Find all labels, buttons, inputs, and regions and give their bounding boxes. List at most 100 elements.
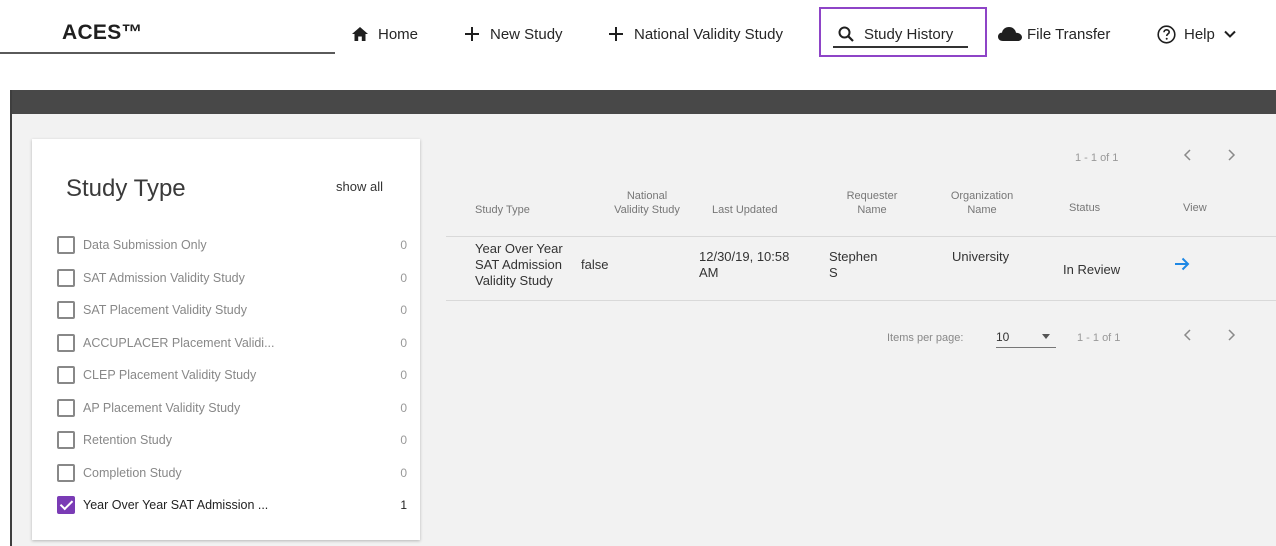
filter-item-label: Data Submission Only	[83, 238, 207, 253]
column-header-national-validity-study[interactable]: National Validity Study	[607, 189, 687, 217]
caret-down-icon	[1042, 334, 1050, 339]
items-per-page-value: 10	[996, 329, 1010, 344]
plus-icon	[606, 24, 626, 44]
header-line: National	[626, 190, 668, 202]
filter-item-label: SAT Placement Validity Study	[83, 303, 247, 318]
checkbox[interactable]	[57, 463, 75, 482]
plus-icon	[462, 24, 482, 44]
cell-national-validity: false	[581, 257, 609, 272]
filter-list: Data Submission Only 0 SAT Admission Val…	[57, 229, 407, 522]
checkbox[interactable]	[57, 333, 75, 352]
study-type-filter-card: Study Type show all Data Submission Only…	[32, 139, 420, 540]
nav-national-validity-study-label: National Validity Study	[634, 25, 783, 43]
arrow-right-icon[interactable]	[1174, 257, 1190, 276]
filter-item-data-submission-only[interactable]: Data Submission Only 0	[57, 229, 407, 262]
items-per-page-select[interactable]: 10	[996, 326, 1056, 348]
cell-last-updated: 12/30/19, 10:58 AM	[699, 249, 789, 281]
filter-title: Study Type	[66, 175, 186, 202]
header-line: Organization	[950, 190, 1014, 202]
nav-file-transfer[interactable]: File Transfer	[997, 22, 1110, 46]
column-header-requester-name[interactable]: Requester Name	[842, 189, 902, 217]
filter-item-count: 1	[400, 498, 407, 513]
help-circle-icon	[1156, 24, 1176, 44]
filter-item-clep-placement-validity-study[interactable]: CLEP Placement Validity Study 0	[57, 359, 407, 392]
filter-item-count: 0	[400, 238, 407, 253]
checkbox-checked[interactable]	[57, 496, 75, 515]
checkbox[interactable]	[57, 236, 75, 255]
top-navigation: ACES™ Home New Study National Validity S…	[0, 0, 1276, 66]
pagination-range-top: 1 - 1 of 1	[1075, 152, 1119, 164]
filter-item-count: 0	[400, 465, 407, 480]
column-header-status[interactable]: Status	[1069, 201, 1100, 215]
cell-study-type: Year Over Year SAT Admission Validity St…	[475, 241, 563, 289]
status-badge: In Review	[1063, 262, 1121, 277]
chevron-right-icon[interactable]	[1226, 146, 1236, 167]
study-history-panel: Study Type show all Data Submission Only…	[10, 90, 1276, 546]
items-per-page-label: Items per page:	[887, 332, 964, 344]
filter-item-year-over-year-sat-admission[interactable]: Year Over Year SAT Admission ... 1	[57, 489, 407, 522]
nav-study-history-label: Study History	[864, 25, 954, 43]
chevron-down-icon[interactable]	[1223, 24, 1237, 44]
cell-line: Stephen	[829, 249, 878, 264]
filter-item-ap-placement-validity-study[interactable]: AP Placement Validity Study 0	[57, 392, 407, 425]
header-line: Requester	[846, 190, 898, 202]
chevron-left-icon[interactable]	[1183, 146, 1193, 167]
nav-help[interactable]: Help	[1156, 22, 1237, 46]
nav-home-label: Home	[378, 25, 419, 43]
filter-item-label: Year Over Year SAT Admission ...	[83, 498, 269, 513]
search-icon	[836, 24, 856, 44]
home-icon	[350, 24, 370, 44]
filter-item-sat-admission-validity-study[interactable]: SAT Admission Validity Study 0	[57, 262, 407, 295]
nav-help-label: Help	[1184, 25, 1215, 43]
cell-line: Year Over Year	[475, 241, 563, 256]
header-line: Validity Study	[614, 204, 680, 216]
header-line: Name	[967, 204, 997, 216]
filter-item-label: Completion Study	[83, 465, 182, 480]
header-divider	[446, 236, 1276, 237]
cell-organization-name: University	[952, 249, 1010, 264]
filter-item-label: CLEP Placement Validity Study	[83, 368, 257, 383]
chevron-right-icon[interactable]	[1226, 326, 1236, 347]
brand-divider	[0, 52, 335, 54]
column-header-last-updated[interactable]: Last Updated	[712, 203, 777, 217]
filter-item-count: 0	[400, 270, 407, 285]
header-line: Name	[857, 204, 887, 216]
column-header-view: View	[1183, 202, 1207, 214]
nav-national-validity-study[interactable]: National Validity Study	[606, 22, 783, 46]
filter-item-count: 0	[400, 400, 407, 415]
nav-new-study[interactable]: New Study	[462, 22, 563, 46]
filter-item-count: 0	[400, 335, 407, 350]
checkbox[interactable]	[57, 268, 75, 287]
checkbox[interactable]	[57, 366, 75, 385]
checkbox[interactable]	[57, 301, 75, 320]
filter-item-label: Retention Study	[83, 433, 172, 448]
nav-file-transfer-label: File Transfer	[1027, 25, 1111, 43]
filter-item-count: 0	[400, 433, 407, 448]
cell-line: SAT Admission	[475, 257, 562, 272]
app-logo[interactable]: ACES™	[62, 21, 143, 45]
checkbox[interactable]	[57, 431, 75, 450]
panel-header-bar	[12, 90, 1276, 114]
filter-item-count: 0	[400, 368, 407, 383]
filter-item-completion-study[interactable]: Completion Study 0	[57, 457, 407, 490]
row-divider	[446, 300, 1276, 301]
nav-study-history[interactable]: Study History	[836, 22, 953, 46]
filter-item-accuplacer-placement-validity-study[interactable]: ACCUPLACER Placement Validi... 0	[57, 327, 407, 360]
cell-line: 12/30/19, 10:58	[699, 249, 790, 264]
column-header-organization-name[interactable]: Organization Name	[942, 189, 1022, 217]
filter-item-label: AP Placement Validity Study	[83, 400, 241, 415]
cloud-icon	[997, 24, 1023, 44]
filter-item-count: 0	[400, 303, 407, 318]
cell-line: Validity Study	[475, 273, 553, 288]
checkbox[interactable]	[57, 398, 75, 417]
cell-line: AM	[699, 265, 719, 280]
cell-requester-name: Stephen S	[829, 249, 877, 281]
chevron-left-icon[interactable]	[1183, 326, 1193, 347]
cell-line: S	[829, 265, 838, 280]
filter-item-sat-placement-validity-study[interactable]: SAT Placement Validity Study 0	[57, 294, 407, 327]
show-all-link[interactable]: show all	[336, 179, 383, 194]
nav-home[interactable]: Home	[350, 22, 418, 46]
filter-item-label: ACCUPLACER Placement Validi...	[83, 335, 275, 350]
filter-item-retention-study[interactable]: Retention Study 0	[57, 424, 407, 457]
column-header-study-type[interactable]: Study Type	[475, 203, 530, 217]
